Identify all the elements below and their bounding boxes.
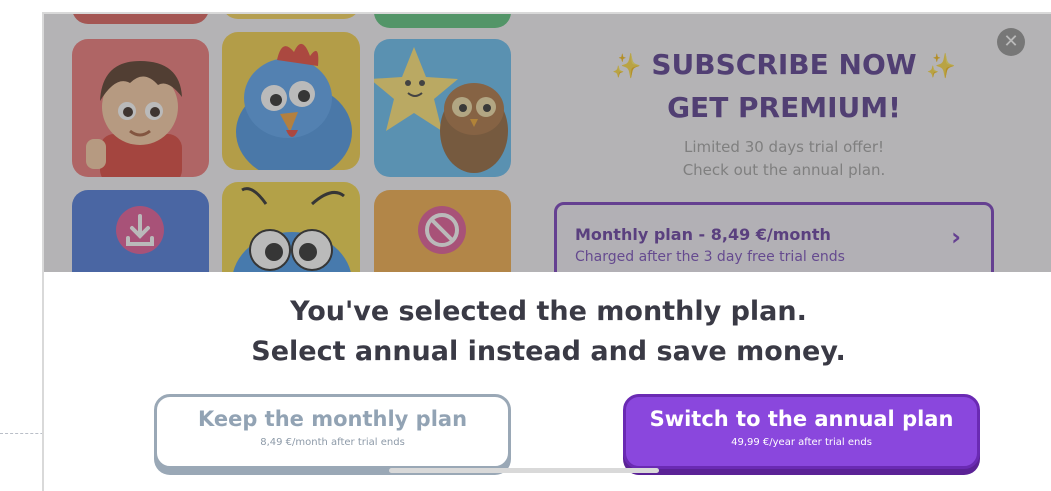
keep-monthly-plan-subtext: 8,49 €/month after trial ends xyxy=(260,437,405,448)
switch-annual-plan-subtext: 49,99 €/year after trial ends xyxy=(731,437,872,448)
switch-annual-plan-label: Switch to the annual plan xyxy=(649,407,954,431)
sheet-message-line-1: You've selected the monthly plan. xyxy=(290,296,807,327)
paywall-background: ✨ SUBSCRIBE NOW ✨ GET PREMIUM! Limited 3… xyxy=(44,14,1051,272)
keep-monthly-plan-button[interactable]: Keep the monthly plan 8,49 €/month after… xyxy=(154,394,511,469)
screen: ✨ SUBSCRIBE NOW ✨ GET PREMIUM! Limited 3… xyxy=(0,0,1051,491)
sheet-message-line-2: Select annual instead and save money. xyxy=(251,336,846,367)
dim-overlay xyxy=(44,14,1051,272)
switch-annual-plan-button[interactable]: Switch to the annual plan 49,99 €/year a… xyxy=(623,394,980,469)
home-indicator[interactable] xyxy=(389,468,659,473)
keep-monthly-plan-label: Keep the monthly plan xyxy=(197,407,468,431)
upsell-sheet: You've selected the monthly plan. Select… xyxy=(44,272,1051,491)
device-frame: ✨ SUBSCRIBE NOW ✨ GET PREMIUM! Limited 3… xyxy=(42,12,1051,491)
